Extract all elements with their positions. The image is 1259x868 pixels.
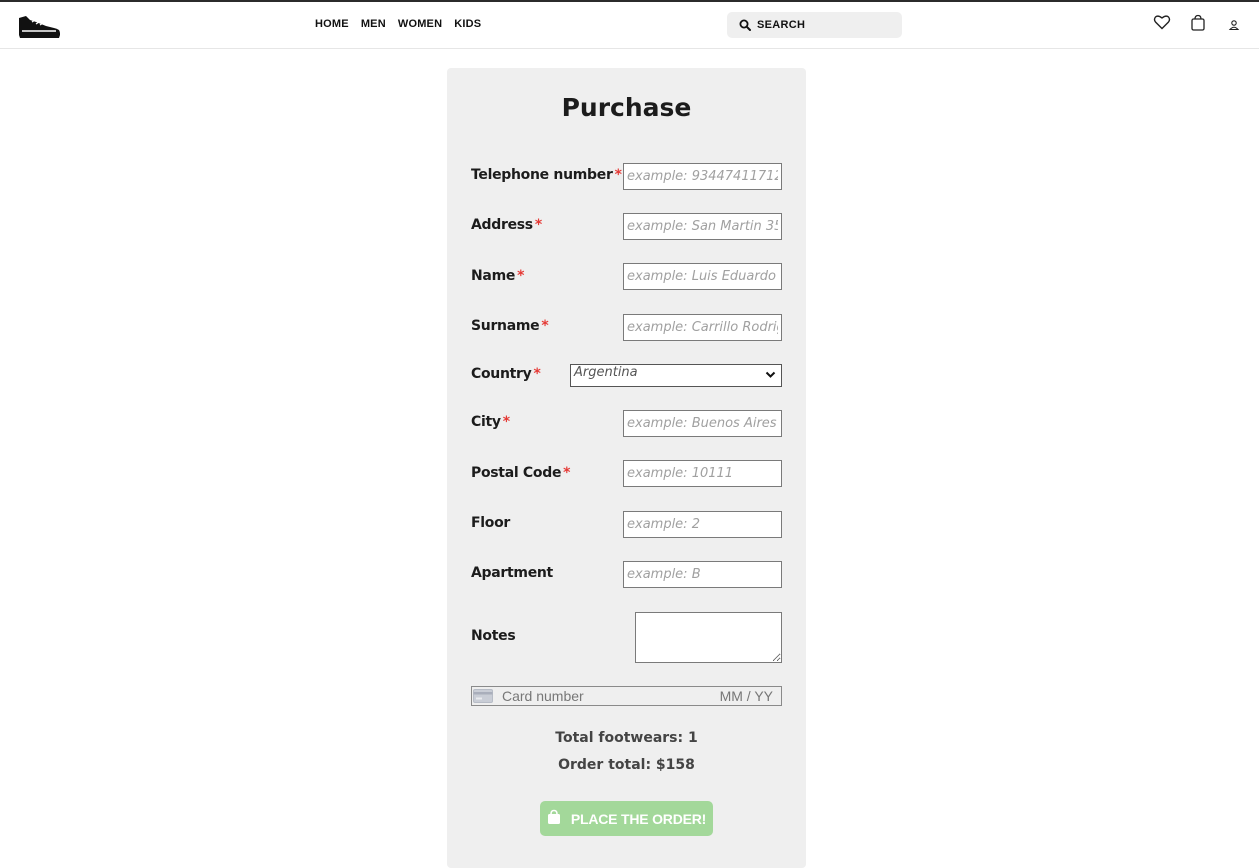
user-icon[interactable] <box>1228 16 1240 35</box>
apartment-label: Apartment <box>471 565 553 581</box>
required-mark: * <box>563 465 571 481</box>
card-expiry-placeholder: MM / YY <box>719 688 773 704</box>
notes-textarea[interactable] <box>635 612 782 663</box>
nav-men[interactable]: MEN <box>361 18 386 30</box>
credit-card-icon <box>473 689 493 706</box>
shoe-logo-icon[interactable] <box>16 10 62 40</box>
telephone-label: Telephone number * <box>471 167 622 183</box>
chevron-down-icon <box>765 369 776 384</box>
name-input[interactable] <box>623 263 782 290</box>
required-mark: * <box>502 414 510 430</box>
shopping-bag-icon[interactable] <box>1190 14 1206 36</box>
telephone-input[interactable] <box>623 163 782 190</box>
card-input[interactable]: Card number MM / YY <box>471 686 782 706</box>
notes-label: Notes <box>471 628 516 644</box>
postal-code-input[interactable] <box>623 460 782 487</box>
navbar: HOME MEN WOMEN KIDS SEARCH <box>0 2 1259 49</box>
place-order-button[interactable]: PLACE THE ORDER! <box>540 801 713 836</box>
floor-input[interactable] <box>623 511 782 538</box>
total-footwears: Total footwears: 1 <box>555 730 698 746</box>
search-icon <box>739 16 751 35</box>
address-label: Address * <box>471 217 542 233</box>
nav-women[interactable]: WOMEN <box>398 18 442 30</box>
surname-label: Surname * <box>471 318 549 334</box>
required-mark: * <box>517 268 525 284</box>
search-label: SEARCH <box>757 19 806 31</box>
postal-code-label: Postal Code * <box>471 465 571 481</box>
city-label: City * <box>471 414 510 430</box>
floor-label: Floor <box>471 515 511 531</box>
required-mark: * <box>541 318 549 334</box>
order-total: Order total: $158 <box>558 757 695 773</box>
required-mark: * <box>533 366 541 382</box>
page-title: Purchase <box>561 93 692 122</box>
main-nav: HOME MEN WOMEN KIDS <box>315 18 481 30</box>
country-label: Country * <box>471 366 541 382</box>
heart-icon[interactable] <box>1153 14 1171 34</box>
required-mark: * <box>534 217 542 233</box>
shopping-bag-icon <box>547 809 561 829</box>
country-selected: Argentina <box>574 365 638 380</box>
search-bar[interactable]: SEARCH <box>727 12 902 38</box>
apartment-input[interactable] <box>623 561 782 588</box>
card-number-placeholder: Card number <box>502 688 584 704</box>
nav-home[interactable]: HOME <box>315 18 349 30</box>
address-input[interactable] <box>623 213 782 240</box>
nav-kids[interactable]: KIDS <box>454 18 481 30</box>
city-input[interactable] <box>623 410 782 437</box>
name-label: Name * <box>471 268 525 284</box>
place-order-label: PLACE THE ORDER! <box>570 810 707 827</box>
required-mark: * <box>614 167 622 183</box>
country-select[interactable]: Argentina <box>570 364 782 387</box>
surname-input[interactable] <box>623 314 782 341</box>
purchase-card: Purchase Telephone number* Address* Name… <box>447 68 806 868</box>
